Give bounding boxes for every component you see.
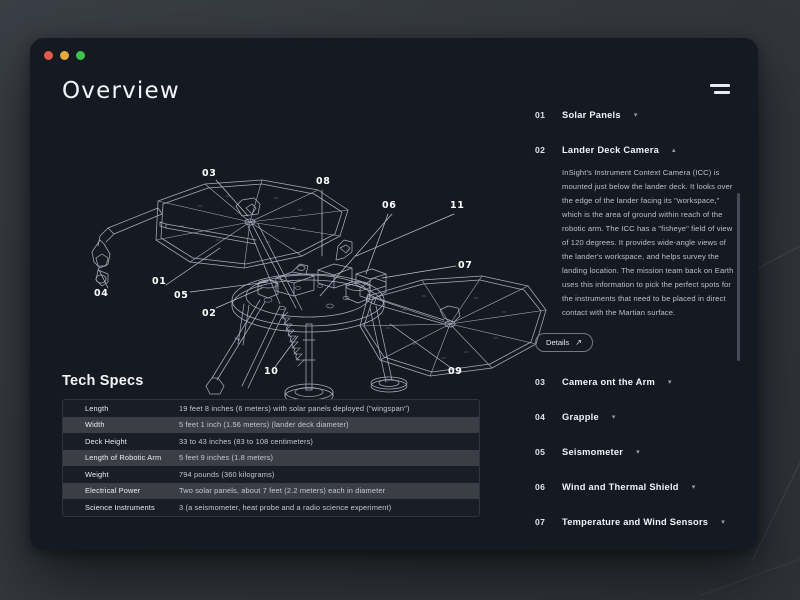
page-title: Overview [62, 78, 180, 104]
chevron-down-icon[interactable]: ▾ [612, 414, 616, 421]
accordion-item-camera-on-arm: 03 Camera ont the Arm ▾ [535, 377, 745, 387]
tech-specs-title: Tech Specs [62, 373, 144, 389]
spec-value: 794 pounds (360 kilograms) [179, 469, 275, 479]
window-controls [44, 51, 85, 60]
chevron-down-icon[interactable]: ▾ [692, 484, 696, 491]
backdrop-line [752, 380, 800, 561]
spec-label: Electrical Power [85, 486, 141, 496]
accordion-item-seismometer: 05 Seismometer ▾ [535, 447, 745, 457]
maximize-button[interactable] [76, 51, 85, 60]
accordion-number: 06 [535, 481, 546, 492]
spec-label: Width [85, 420, 105, 430]
spec-value: 33 to 43 inches (83 to 108 centimeters) [179, 436, 314, 446]
hamburger-line [710, 84, 730, 87]
accordion-label: Grapple [562, 411, 599, 422]
diagram-callout-11[interactable]: 11 [450, 200, 464, 211]
accordion-label: Camera ont the Arm [562, 376, 656, 387]
accordion-item-lander-deck-camera: 02 Lander Deck Camera ▴ InSight's Instru… [535, 145, 745, 352]
diagram-callout-03[interactable]: 03 [202, 168, 216, 179]
table-row: Deck Height 33 to 43 inches (83 to 108 c… [63, 433, 479, 450]
hamburger-icon[interactable] [710, 84, 730, 94]
spec-value: 5 feet 1 inch (1.56 meters) (lander deck… [179, 420, 349, 430]
details-button-label: Details [546, 337, 570, 347]
desktop-background: Overview 01 02 03 04 05 06 07 08 09 10 1… [0, 0, 800, 600]
accordion-label: Lander Deck Camera [562, 145, 659, 155]
spec-value: 19 feet 8 inches (6 meters) with solar p… [179, 403, 410, 413]
accordion-header-wind-thermal-shield[interactable]: 06 Wind and Thermal Shield ▾ [535, 482, 745, 492]
chevron-down-icon[interactable]: ▾ [634, 112, 638, 119]
spec-label: Length [85, 403, 109, 413]
diagram-callout-07[interactable]: 07 [458, 260, 472, 271]
table-row: Electrical Power Two solar panels, about… [63, 482, 479, 499]
accordion-item-wind-thermal-shield: 06 Wind and Thermal Shield ▾ [535, 482, 745, 492]
app-window: Overview 01 02 03 04 05 06 07 08 09 10 1… [30, 38, 758, 550]
spec-value: Two solar panels, about 7 feet (2.2 mete… [179, 486, 386, 496]
accordion-number: 04 [535, 411, 546, 422]
tech-specs-table: Length 19 feet 8 inches (6 meters) with … [62, 399, 480, 517]
arrow-up-right-icon: ↗ [575, 337, 582, 347]
accordion-item-temperature-wind-sensors: 07 Temperature and Wind Sensors ▾ [535, 517, 745, 527]
accordion-number: 01 [535, 110, 546, 120]
accordion-header-camera-on-arm[interactable]: 03 Camera ont the Arm ▾ [535, 377, 745, 387]
accordion-label: Temperature and Wind Sensors [562, 516, 709, 527]
accordion-number: 05 [535, 446, 546, 457]
accordion-label: Wind and Thermal Shield [562, 481, 679, 492]
details-button[interactable]: Details ↗ [535, 332, 593, 352]
close-button[interactable] [44, 51, 53, 60]
diagram-callout-08[interactable]: 08 [316, 176, 330, 187]
hamburger-line [714, 91, 730, 94]
spec-label: Length of Robotic Arm [85, 453, 162, 463]
accordion-header-lander-deck-camera[interactable]: 02 Lander Deck Camera ▴ [535, 145, 745, 155]
diagram-callout-04[interactable]: 04 [94, 288, 108, 299]
scrollbar-thumb[interactable] [737, 193, 740, 361]
chevron-down-icon[interactable]: ▾ [668, 379, 672, 386]
table-row: Weight 794 pounds (360 kilograms) [63, 466, 479, 483]
accordion-header-temperature-wind-sensors[interactable]: 07 Temperature and Wind Sensors ▾ [535, 517, 745, 527]
tech-specs-section: Tech Specs Length 19 feet 8 inches (6 me… [62, 373, 480, 517]
component-list: 01 Solar Panels ▾ 02 Lander Deck Camera … [535, 110, 745, 540]
diagram-callout-05[interactable]: 05 [174, 290, 188, 301]
spec-label: Weight [85, 469, 109, 479]
diagram-callout-02[interactable]: 02 [202, 308, 216, 319]
table-row: Width 5 feet 1 inch (1.56 meters) (lande… [63, 416, 479, 433]
accordion-item-grapple: 04 Grapple ▾ [535, 412, 745, 422]
table-row: Science Instruments 3 (a seismometer, he… [63, 499, 479, 516]
chevron-up-icon[interactable]: ▴ [672, 147, 676, 154]
accordion-number: 03 [535, 376, 546, 387]
accordion-number: 02 [535, 145, 546, 155]
accordion-label: Solar Panels [562, 110, 621, 120]
accordion-label: Seismometer [562, 446, 624, 457]
accordion-header-grapple[interactable]: 04 Grapple ▾ [535, 412, 745, 422]
diagram-callout-01[interactable]: 01 [152, 276, 166, 287]
spec-label: Deck Height [85, 436, 127, 446]
accordion-item-solar-panels: 01 Solar Panels ▾ [535, 110, 745, 120]
accordion-body-text: InSight's Instrument Context Camera (ICC… [562, 168, 734, 318]
accordion-header-solar-panels[interactable]: 01 Solar Panels ▾ [535, 110, 745, 120]
diagram-callout-06[interactable]: 06 [382, 200, 396, 211]
accordion-number: 07 [535, 516, 546, 527]
accordion-header-seismometer[interactable]: 05 Seismometer ▾ [535, 447, 745, 457]
chevron-down-icon[interactable]: ▾ [721, 519, 725, 526]
minimize-button[interactable] [60, 51, 69, 60]
table-row: Length 19 feet 8 inches (6 meters) with … [63, 400, 479, 417]
chevron-down-icon[interactable]: ▾ [636, 449, 640, 456]
spec-value: 3 (a seismometer, heat probe and a radio… [179, 502, 392, 512]
spec-value: 5 feet 9 inches (1.8 meters) [179, 453, 274, 463]
spec-label: Science Instruments [85, 502, 155, 512]
lander-diagram: 01 02 03 04 05 06 07 08 09 10 11 [30, 128, 560, 408]
table-row: Length of Robotic Arm 5 feet 9 inches (1… [63, 449, 479, 466]
